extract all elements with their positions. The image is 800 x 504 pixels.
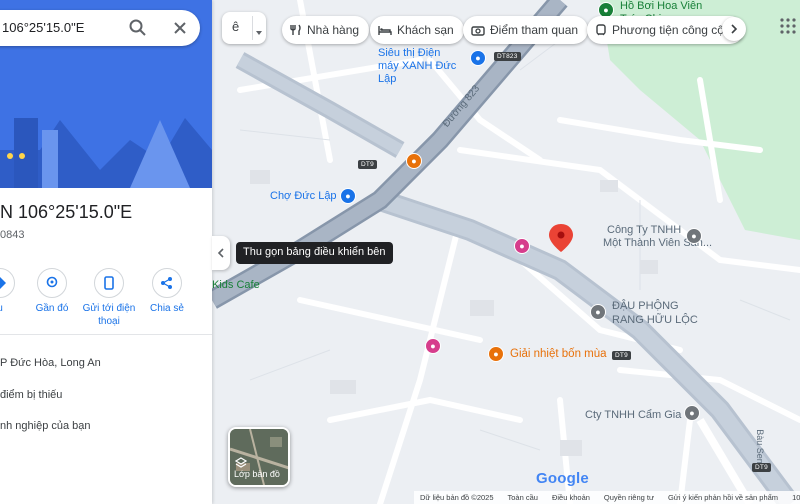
phone-icon (94, 268, 124, 298)
layers-icon (235, 457, 247, 468)
camera-icon (471, 26, 485, 36)
info-missing-place[interactable]: điểm bị thiếu (0, 389, 62, 401)
collapse-panel-button[interactable] (212, 236, 230, 270)
chips-next-button[interactable] (722, 17, 746, 41)
chevron-right-icon (731, 24, 738, 34)
road-shield-dt9-c: DT9 (752, 463, 771, 472)
close-icon[interactable] (170, 18, 190, 38)
pink2-poi-icon[interactable]: ● (425, 338, 441, 354)
input-tools-button[interactable]: ê (222, 12, 266, 44)
apps-grid-icon[interactable] (778, 16, 798, 36)
place-subtitle: 0843 (0, 229, 25, 241)
cart-poi-icon[interactable]: ● (340, 188, 356, 204)
map-label-cafe[interactable]: Kids Cafe (212, 279, 260, 292)
map-label-peanut-line1[interactable]: ĐẬU PHỘNG (612, 300, 679, 313)
hotel-icon (378, 26, 392, 35)
action-share[interactable]: Chia sẻ (137, 268, 197, 315)
restaurant-poi-icon[interactable]: ● (406, 153, 422, 169)
search-input[interactable]: 106°25'15.0"E (2, 20, 84, 35)
map-label-peanut-line2[interactable]: RANG HỮU LỘC (612, 314, 698, 327)
layers-button[interactable]: Lớp bản đồ (228, 427, 290, 487)
restaurant-icon (290, 24, 301, 35)
drink-poi-icon[interactable]: ● (488, 346, 504, 362)
chip-hotels[interactable]: Khách sạn (370, 16, 464, 44)
google-logo-text: Google (536, 470, 589, 487)
place-title: N 106°25'15.0"E (0, 202, 133, 222)
footer-privacy[interactable]: Quyền riêng tư (604, 493, 654, 502)
directions-icon (0, 268, 15, 298)
map-footer: Dữ liệu bản đồ ©2025 Toàn cầu Điều khoản… (414, 491, 800, 504)
google-logo: Google (536, 470, 589, 487)
action-send-to-phone[interactable]: Gửi tới điện thoại (79, 268, 139, 328)
chip-attractions[interactable]: Điểm tham quan (463, 16, 589, 44)
footer-data: Dữ liệu bản đồ ©2025 (420, 493, 494, 502)
location-pin-icon (549, 224, 573, 252)
search-box[interactable]: 106°25'15.0"E (0, 10, 200, 46)
info-address[interactable]: P Đức Hòa, Long An (0, 357, 101, 369)
footer-terms[interactable]: Điều khoản (552, 493, 590, 502)
transit-icon (596, 24, 606, 36)
road-shield-dt9-a: DT9 (358, 160, 377, 169)
map-label-drink[interactable]: Giải nhiệt bốn mùa (510, 348, 607, 361)
nearby-icon (37, 268, 67, 298)
panel-divider (0, 334, 212, 335)
map-label-store[interactable]: Siêu thị Điện máy XANH Đức Lập (378, 47, 464, 86)
chip-transit[interactable]: Phương tiện công cộ... (587, 16, 744, 44)
share-icon (152, 268, 182, 298)
map-label-bausen: Bàu Sen (754, 429, 765, 464)
map-label-company1-line1[interactable]: Công Ty TNHH (607, 224, 681, 237)
road-shield-dt9-b: DT9 (612, 351, 631, 360)
footer-scale: 10 (792, 493, 800, 502)
collapse-tooltip: Thu gọn bảng điều khiển bên (236, 242, 393, 264)
chevron-left-icon (217, 248, 224, 258)
road-shield-dt823: DT823 (494, 52, 521, 61)
shop-poi-icon[interactable]: ● (590, 304, 606, 320)
side-panel: 106°25'15.0"E N 106°25'15.0"E 0843 u Gần… (0, 0, 212, 504)
company-poi-icon[interactable]: ● (686, 228, 702, 244)
info-business[interactable]: nh nghiệp của bạn (0, 420, 91, 432)
pink-poi-icon[interactable]: ● (514, 238, 530, 254)
action-nearby[interactable]: Gần đó (22, 268, 82, 315)
dropdown-icon[interactable] (255, 24, 263, 39)
map-label-company2[interactable]: Cty TNHH Cẩm Gia (585, 409, 681, 422)
footer-feedback[interactable]: Gửi ý kiến phản hồi về sản phẩm (668, 493, 778, 502)
map-label-market[interactable]: Chợ Đức Lập (270, 190, 337, 203)
company2-poi-icon[interactable]: ● (684, 405, 700, 421)
shopping-poi-icon[interactable]: ● (470, 50, 486, 66)
footer-global[interactable]: Toàn cầu (508, 493, 538, 502)
chip-restaurants[interactable]: Nhà hàng (282, 16, 370, 44)
search-icon[interactable] (128, 18, 148, 38)
